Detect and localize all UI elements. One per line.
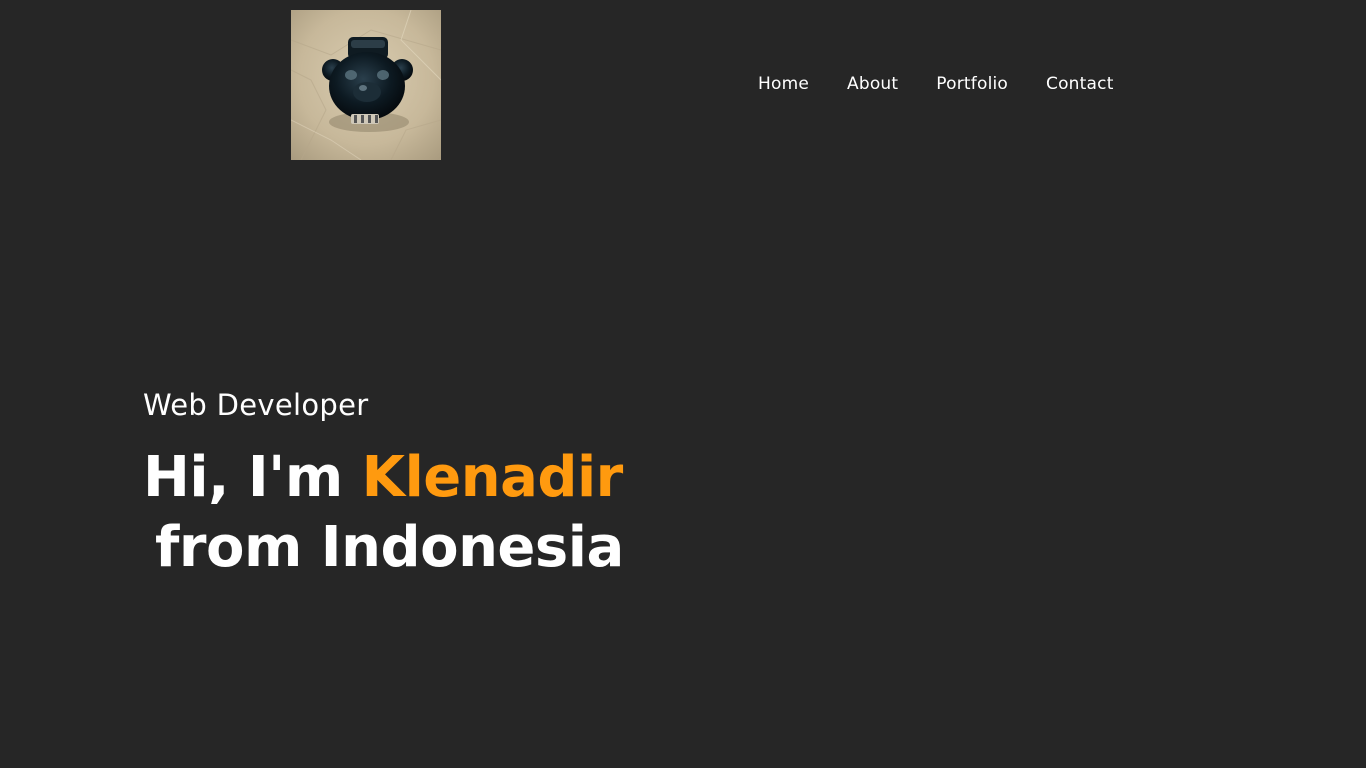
nav-link-contact[interactable]: Contact <box>1046 72 1114 96</box>
hero-name: Klenadir <box>361 445 624 510</box>
nav-link-about[interactable]: About <box>847 72 898 96</box>
nav-item-portfolio: Portfolio <box>936 72 1008 96</box>
bear-figurine-image <box>291 10 441 160</box>
nav-item-about: About <box>847 72 898 96</box>
main-nav: Home About Portfolio Contact <box>758 72 1114 96</box>
headline-line-1: Hi, I'm Klenadir <box>143 443 624 513</box>
nav-item-contact: Contact <box>1046 72 1114 96</box>
hero-headline: Hi, I'm Klenadir from Indonesia <box>143 443 624 583</box>
nav-link-portfolio[interactable]: Portfolio <box>936 72 1008 96</box>
greeting-text: Hi, I'm <box>143 445 362 510</box>
logo-image[interactable] <box>291 10 441 160</box>
nav-link-home[interactable]: Home <box>758 72 809 96</box>
hero-section: Web Developer Hi, I'm Klenadir from Indo… <box>143 385 624 583</box>
hero-subtitle: Web Developer <box>143 388 369 422</box>
page: Home About Portfolio Contact Web Develop… <box>0 0 1366 768</box>
headline-line-2: from Indonesia <box>155 515 624 580</box>
nav-item-home: Home <box>758 72 809 96</box>
